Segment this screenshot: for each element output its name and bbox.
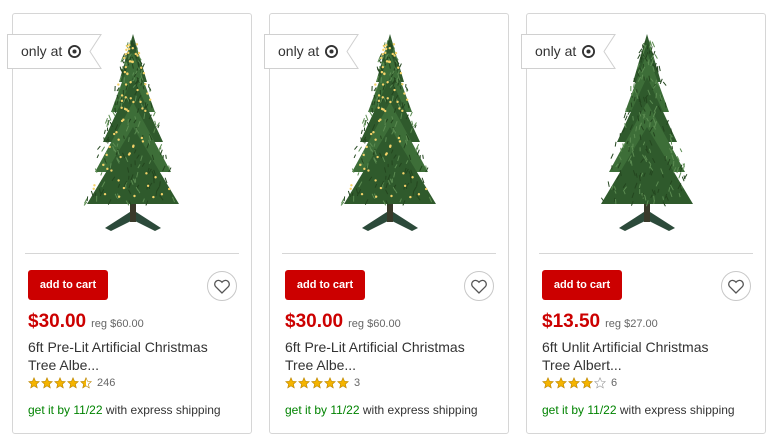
christmas-tree-image[interactable] (589, 32, 705, 238)
ship-prefix: get it by (542, 403, 585, 417)
sale-price: $13.50 (542, 311, 601, 332)
product-card: only at add to cart $13.50 reg $27.00 6f… (521, 13, 766, 434)
regular-price: reg $27.00 (605, 318, 658, 330)
heart-icon (214, 279, 230, 294)
christmas-tree-image[interactable] (332, 32, 448, 238)
add-to-cart-button[interactable]: add to cart (542, 270, 622, 300)
regular-price: reg $60.00 (91, 318, 144, 330)
star-icon (28, 377, 40, 389)
ship-prefix: get it by (285, 403, 328, 417)
star-icon (555, 377, 567, 389)
divider (25, 253, 239, 254)
badge-label: only at (21, 43, 63, 59)
product-card: only at add to cart $30.00 reg $60.00 6f… (264, 13, 509, 434)
regular-price: reg $60.00 (348, 318, 401, 330)
product-title[interactable]: 6ft Pre-Lit Artificial Christmas Tree Al… (28, 338, 243, 374)
rating-row[interactable]: 6 (542, 377, 617, 389)
star-rating (542, 377, 606, 389)
badge-label: only at (535, 43, 577, 59)
shipping-info: get it by 11/22 with express shipping (542, 403, 735, 417)
star-icon (324, 377, 336, 389)
price-row: $30.00 reg $60.00 (28, 311, 144, 333)
badge-label: only at (278, 43, 320, 59)
star-icon (311, 377, 323, 389)
star-icon (285, 377, 297, 389)
divider (282, 253, 496, 254)
star-icon (41, 377, 53, 389)
heart-icon (728, 279, 744, 294)
product-title-line[interactable]: Tree Albe... (285, 356, 500, 374)
star-rating (28, 377, 92, 389)
wishlist-button[interactable] (721, 271, 751, 301)
christmas-tree-image[interactable] (75, 32, 191, 238)
wishlist-button[interactable] (207, 271, 237, 301)
review-count: 246 (97, 377, 116, 389)
star-icon (54, 377, 66, 389)
price-row: $13.50 reg $27.00 (542, 311, 658, 333)
rating-row[interactable]: 3 (285, 377, 360, 389)
price-row: $30.00 reg $60.00 (285, 311, 401, 333)
rating-row[interactable]: 246 (28, 377, 115, 389)
shipping-info: get it by 11/22 with express shipping (285, 403, 478, 417)
star-icon (298, 377, 310, 389)
product-title-line[interactable]: 6ft Pre-Lit Artificial Christmas (28, 338, 243, 356)
star-icon (337, 377, 349, 389)
star-rating (285, 377, 349, 389)
product-title[interactable]: 6ft Unlit Artificial Christmas Tree Albe… (542, 338, 757, 374)
ship-date: 11/22 (330, 403, 360, 417)
ship-suffix: with express shipping (619, 403, 735, 417)
star-icon (581, 377, 593, 389)
review-count: 6 (611, 377, 618, 389)
star-icon (594, 377, 606, 389)
star-icon (568, 377, 580, 389)
product-title-line[interactable]: Tree Albert... (542, 356, 757, 374)
sale-price: $30.00 (285, 311, 344, 332)
shipping-info: get it by 11/22 with express shipping (28, 403, 221, 417)
ship-suffix: with express shipping (105, 403, 221, 417)
product-title-line[interactable]: Tree Albe... (28, 356, 243, 374)
product-title[interactable]: 6ft Pre-Lit Artificial Christmas Tree Al… (285, 338, 500, 374)
add-to-cart-button[interactable]: add to cart (28, 270, 108, 300)
product-card: only at add to cart $30.00 reg $60.00 6f… (7, 13, 252, 434)
star-icon (80, 377, 92, 389)
wishlist-button[interactable] (464, 271, 494, 301)
sale-price: $30.00 (28, 311, 87, 332)
product-title-line[interactable]: 6ft Unlit Artificial Christmas (542, 338, 757, 356)
divider (539, 253, 753, 254)
ship-prefix: get it by (28, 403, 71, 417)
add-to-cart-button[interactable]: add to cart (285, 270, 365, 300)
product-title-line[interactable]: 6ft Pre-Lit Artificial Christmas (285, 338, 500, 356)
heart-icon (471, 279, 487, 294)
star-icon (67, 377, 79, 389)
ship-date: 11/22 (73, 403, 103, 417)
ship-date: 11/22 (587, 403, 617, 417)
review-count: 3 (354, 377, 361, 389)
star-icon (542, 377, 554, 389)
ship-suffix: with express shipping (362, 403, 478, 417)
